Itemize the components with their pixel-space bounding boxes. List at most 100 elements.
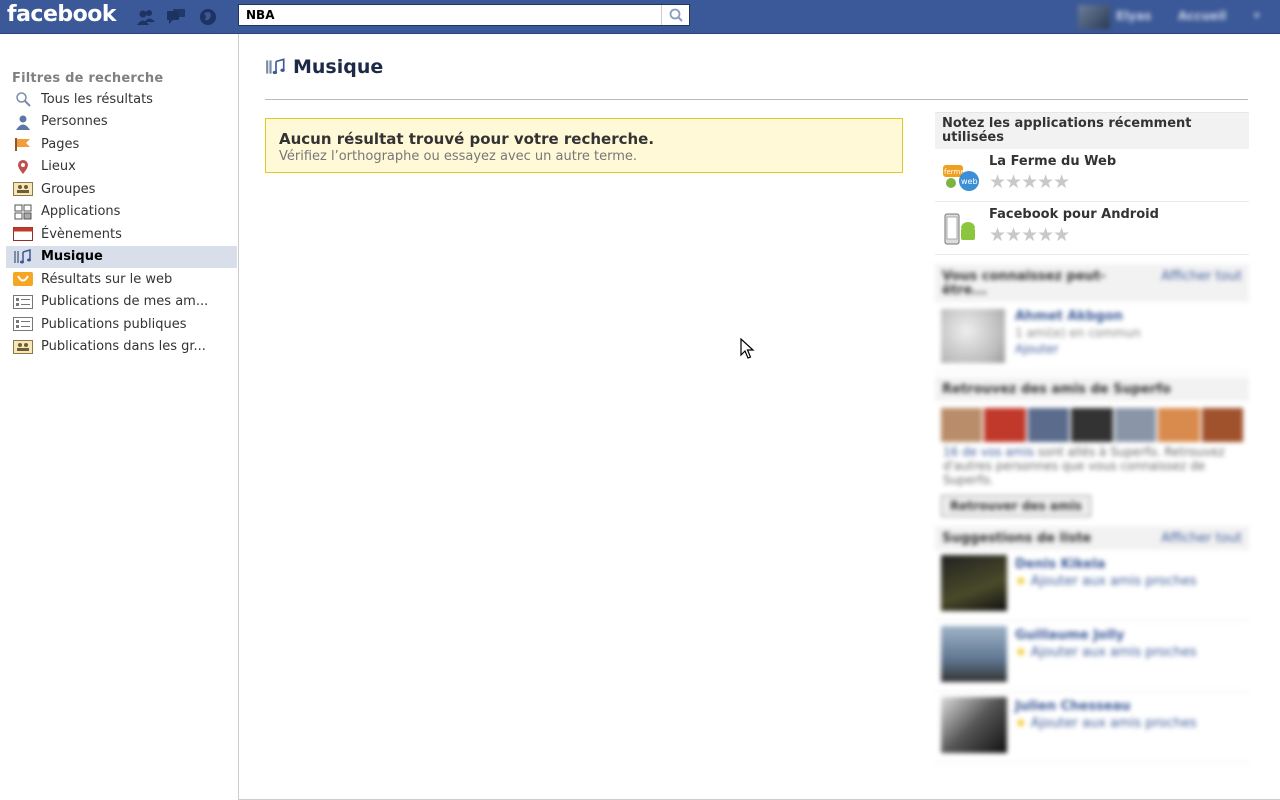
filter-label: Pages <box>41 136 80 152</box>
search-filters-list: Tous les résultats Personnes Pages Lieux… <box>6 88 237 358</box>
pymk-person[interactable]: Ahmet Akbgon 1 ami(e) en commun Ajouter <box>935 302 1249 372</box>
filter-label: Publications dans les gr... <box>41 339 206 355</box>
divider <box>265 99 1248 100</box>
app-name[interactable]: La Ferme du Web <box>989 154 1116 169</box>
app-name[interactable]: Facebook pour Android <box>989 207 1159 222</box>
filter-label: Musique <box>41 249 103 265</box>
avatar[interactable] <box>1027 408 1070 442</box>
post-icon <box>13 316 33 332</box>
suggestion-row[interactable]: Denis Kikela ★ Ajouter aux amis proches <box>935 550 1249 621</box>
filter-label: Résultats sur le web <box>41 271 173 287</box>
action-label: Ajouter aux amis proches <box>1030 645 1197 660</box>
notice-title: Aucun résultat trouvé pour votre recherc… <box>279 130 655 148</box>
person-name[interactable]: Julien Chesseau <box>1015 699 1131 714</box>
android-app-icon <box>944 213 975 245</box>
facebook-logo[interactable]: facebook <box>7 2 117 27</box>
friend-requests-icon[interactable] <box>136 8 156 26</box>
avatar[interactable] <box>941 408 983 442</box>
section-header: Musique <box>265 56 383 78</box>
left-column: Filtres de recherche Tous les résultats … <box>0 34 238 800</box>
avatar[interactable] <box>1158 408 1200 442</box>
app-row[interactable]: Facebook pour Android ★★★★★ <box>935 202 1249 255</box>
filter-label: Personnes <box>41 114 108 130</box>
notice-text: Vérifiez l’orthographe ou essayez avec u… <box>279 149 638 164</box>
pymk-title: Vous connaissez peut-être... <box>942 269 1106 298</box>
see-all-link[interactable]: Afficher tout <box>1161 270 1242 298</box>
rating-stars[interactable]: ★★★★★ <box>989 171 1070 193</box>
blurred-suggestions: Vous connaissez peut-être... Afficher to… <box>935 265 1249 763</box>
add-close-friends-link[interactable]: ★ Ajouter aux amis proches <box>1015 574 1197 589</box>
search-button[interactable] <box>661 5 689 25</box>
mutual-friends: 1 ami(e) en commun <box>1015 326 1141 340</box>
mouse-cursor-icon <box>740 338 755 359</box>
filter-groups[interactable]: Groupes <box>6 178 237 201</box>
filter-events[interactable]: Évènements <box>6 223 237 246</box>
filter-people[interactable]: Personnes <box>6 111 237 134</box>
map-pin-icon <box>13 159 33 175</box>
notifications-globe-icon[interactable] <box>198 8 218 26</box>
find-friends-button[interactable]: Retrouver des amis <box>941 495 1091 517</box>
action-label: Ajouter aux amis proches <box>1030 716 1197 731</box>
add-friend-link[interactable]: Ajouter <box>1015 342 1059 356</box>
no-results-notice: Aucun résultat trouvé pour votre recherc… <box>265 118 903 173</box>
avatar[interactable] <box>941 697 1007 753</box>
right-column: Notez les applications récemment utilisé… <box>935 112 1249 763</box>
filter-public-posts[interactable]: Publications publiques <box>6 313 237 336</box>
avatar[interactable] <box>1201 408 1243 442</box>
list-suggestions-header: Suggestions de liste Afficher tout <box>935 527 1249 550</box>
post-icon <box>13 294 33 310</box>
group-icon <box>13 339 33 355</box>
person-name[interactable]: Denis Kikela <box>1015 557 1105 572</box>
avatar[interactable] <box>941 309 1005 363</box>
svg-text:web: web <box>961 177 978 186</box>
filter-places[interactable]: Lieux <box>6 156 237 179</box>
see-all-link[interactable]: Afficher tout <box>1161 532 1242 546</box>
avatar[interactable] <box>984 408 1026 442</box>
find-friends-header: Retrouvez des amis de Superfo <box>935 378 1249 401</box>
avatar[interactable] <box>1114 408 1157 442</box>
top-bar: facebook Elyas Accueil ▾ <box>0 0 1280 34</box>
filter-pages[interactable]: Pages <box>6 133 237 156</box>
account-menu-arrow-icon[interactable]: ▾ <box>1254 9 1260 22</box>
app-row[interactable]: ferme web La Ferme du Web ★★★★★ <box>935 149 1249 202</box>
person-name[interactable]: Guillaume Jolly <box>1015 628 1124 643</box>
add-close-friends-link[interactable]: ★ Ajouter aux amis proches <box>1015 645 1197 660</box>
search-filters-title: Filtres de recherche <box>12 71 164 86</box>
rating-stars[interactable]: ★★★★★ <box>989 224 1070 246</box>
avatar[interactable] <box>941 555 1007 611</box>
filter-web-results[interactable]: Résultats sur le web <box>6 268 237 291</box>
friends-count-link[interactable]: 16 de vos amis <box>943 445 1034 459</box>
home-link[interactable]: Accueil <box>1178 9 1226 23</box>
search-input[interactable] <box>239 5 661 25</box>
filter-label: Groupes <box>41 181 96 197</box>
group-icon <box>13 181 33 197</box>
person-icon <box>13 114 33 130</box>
list-suggestions-title: Suggestions de liste <box>942 531 1092 546</box>
search-icon <box>669 8 683 22</box>
avatar[interactable] <box>1078 5 1110 29</box>
star-icon: ★ <box>1015 716 1031 731</box>
filter-group-posts[interactable]: Publications dans les gr... <box>6 336 237 359</box>
pymk-header: Vous connaissez peut-être... Afficher to… <box>935 265 1249 302</box>
avatar[interactable] <box>1071 408 1113 442</box>
filter-label: Publications de mes am... <box>41 294 209 310</box>
page-title: Musique <box>293 56 384 78</box>
suggestion-row[interactable]: Guillaume Jolly ★ Ajouter aux amis proch… <box>935 621 1249 692</box>
star-icon: ★ <box>1015 574 1031 589</box>
filter-music[interactable]: Musique <box>6 245 237 268</box>
suggestion-row[interactable]: Julien Chesseau ★ Ajouter aux amis proch… <box>935 692 1249 763</box>
apps-icon <box>13 204 33 220</box>
filter-friends-posts[interactable]: Publications de mes am... <box>6 291 237 314</box>
magnifier-icon <box>13 91 33 107</box>
calendar-icon <box>13 226 33 242</box>
avatar[interactable] <box>941 626 1007 682</box>
filter-all-results[interactable]: Tous les résultats <box>6 88 237 111</box>
person-name[interactable]: Ahmet Akbgon <box>1015 309 1123 324</box>
add-close-friends-link[interactable]: ★ Ajouter aux amis proches <box>1015 716 1197 731</box>
action-label: Ajouter aux amis proches <box>1030 574 1197 589</box>
filter-applications[interactable]: Applications <box>6 201 237 224</box>
user-name-link[interactable]: Elyas <box>1116 9 1151 23</box>
messages-icon[interactable] <box>166 8 186 26</box>
filter-label: Publications publiques <box>41 316 187 332</box>
filter-label: Tous les résultats <box>41 91 153 107</box>
